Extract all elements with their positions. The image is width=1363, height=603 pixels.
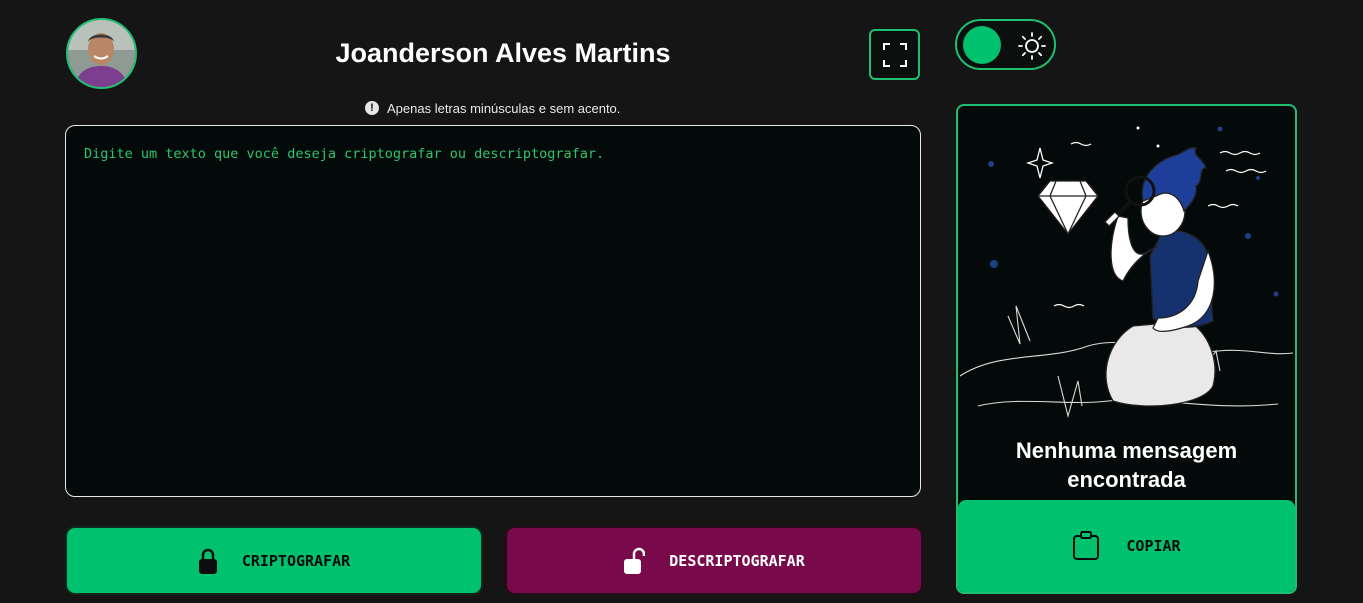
message-input[interactable] bbox=[65, 125, 921, 497]
page-title: Joanderson Alves Martins bbox=[335, 38, 671, 68]
output-panel: Nenhuma mensagem encontrada COPIAR bbox=[956, 104, 1297, 594]
page: Joanderson Alves Martins ! Apenas letras… bbox=[0, 0, 1363, 603]
encrypt-label: CRIPTOGRAFAR bbox=[241, 551, 351, 570]
input-hint: ! Apenas letras minúsculas e sem acento. bbox=[365, 99, 620, 117]
unlock-icon bbox=[624, 547, 646, 574]
decrypt-label: DESCRIPTOGRAFAR bbox=[669, 551, 805, 570]
fullscreen-button[interactable] bbox=[869, 29, 920, 80]
toggle-knob bbox=[963, 26, 1001, 64]
empty-message: Nenhuma mensagem encontrada bbox=[1015, 438, 1238, 492]
sun-icon bbox=[1018, 32, 1046, 60]
hint-text: Apenas letras minúsculas e sem acento. bbox=[387, 100, 621, 116]
copy-button[interactable]: COPIAR bbox=[958, 500, 1295, 592]
decrypt-button[interactable]: DESCRIPTOGRAFAR bbox=[507, 528, 921, 593]
clipboard-icon bbox=[1073, 531, 1100, 560]
avatar bbox=[66, 18, 137, 89]
detective-illustration bbox=[959, 126, 1294, 419]
expand-icon bbox=[882, 42, 907, 67]
exclamation-circle-icon: ! bbox=[365, 101, 379, 115]
encrypt-button[interactable]: CRIPTOGRAFAR bbox=[67, 528, 481, 593]
theme-toggle[interactable] bbox=[955, 19, 1056, 70]
copy-label: COPIAR bbox=[1126, 537, 1181, 555]
lock-icon bbox=[198, 548, 217, 574]
